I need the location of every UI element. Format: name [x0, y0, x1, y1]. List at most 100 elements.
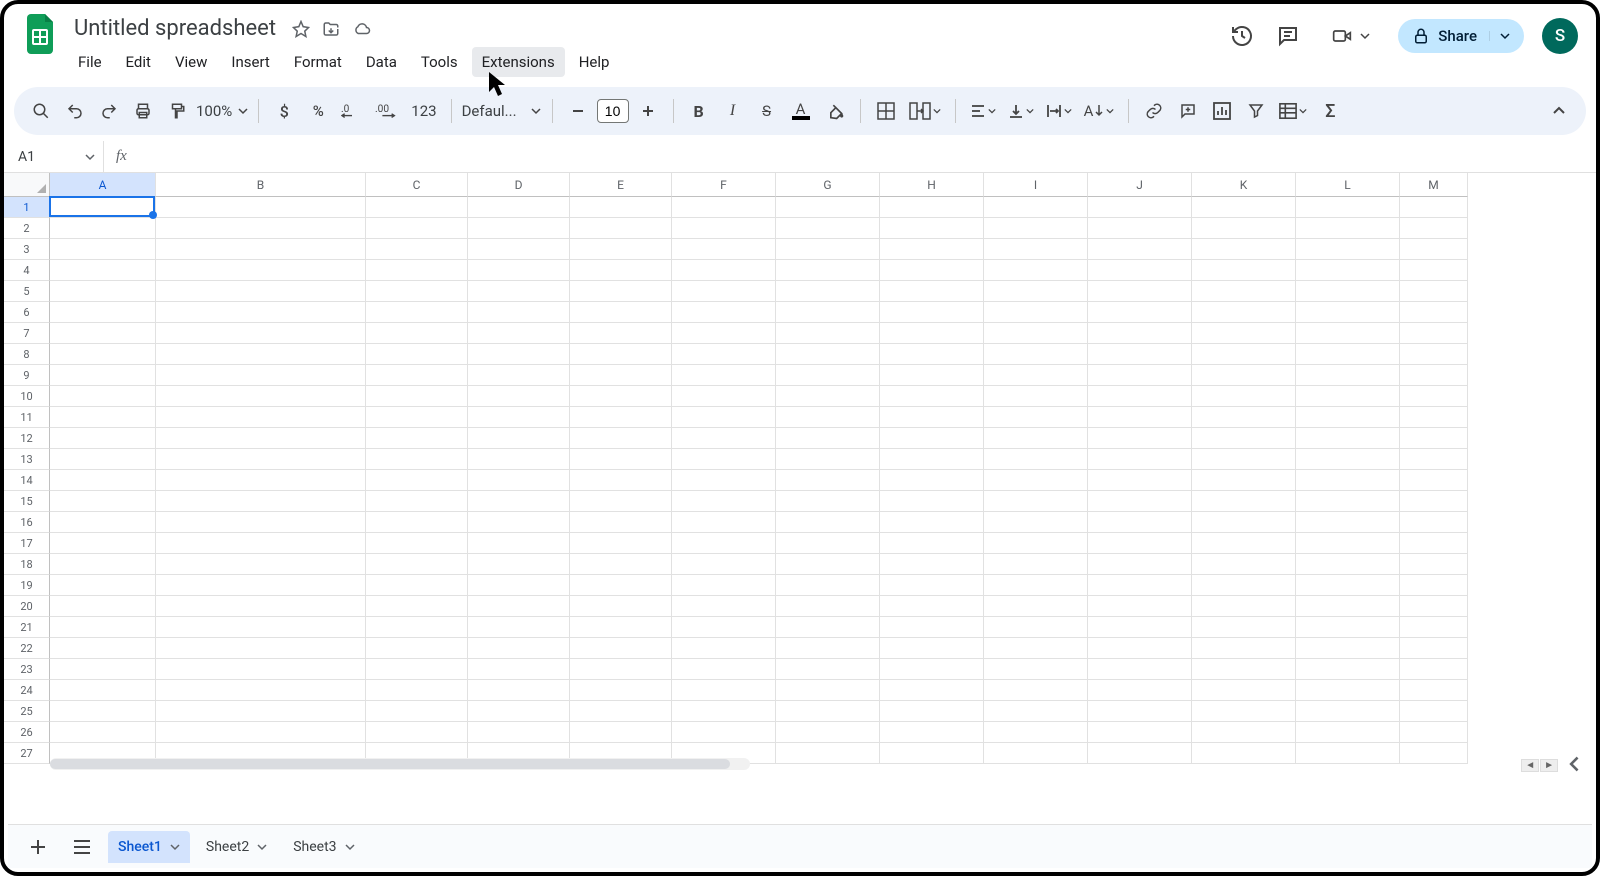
column-header[interactable]: J	[1088, 173, 1192, 197]
cell[interactable]	[1088, 281, 1192, 302]
cell[interactable]	[156, 323, 366, 344]
cell[interactable]	[366, 596, 468, 617]
cell[interactable]	[672, 491, 776, 512]
cell[interactable]	[1088, 470, 1192, 491]
cell[interactable]	[570, 617, 672, 638]
cell[interactable]	[1296, 197, 1400, 218]
cell[interactable]	[468, 638, 570, 659]
spreadsheet-grid[interactable]: ABCDEFGHIJKLM 12345678910111213141516171…	[4, 173, 1596, 777]
cell[interactable]	[984, 638, 1088, 659]
cell[interactable]	[1192, 239, 1296, 260]
cell[interactable]	[570, 470, 672, 491]
cell[interactable]	[366, 491, 468, 512]
cell[interactable]	[1192, 722, 1296, 743]
cell[interactable]	[1296, 281, 1400, 302]
cell[interactable]	[880, 638, 984, 659]
cell[interactable]	[1088, 491, 1192, 512]
share-button[interactable]: Share	[1398, 19, 1524, 53]
horizontal-align-button[interactable]	[966, 95, 1000, 127]
cell[interactable]	[1400, 197, 1468, 218]
cell[interactable]	[880, 386, 984, 407]
cell[interactable]	[1192, 659, 1296, 680]
text-wrap-button[interactable]	[1042, 95, 1076, 127]
decrease-decimal-icon[interactable]: .0	[337, 95, 367, 127]
cell[interactable]	[1400, 491, 1468, 512]
cell[interactable]	[880, 470, 984, 491]
cell[interactable]	[570, 449, 672, 470]
cell[interactable]	[50, 428, 156, 449]
cell[interactable]	[984, 281, 1088, 302]
cell[interactable]	[776, 239, 880, 260]
cell[interactable]	[672, 260, 776, 281]
column-header[interactable]: K	[1192, 173, 1296, 197]
cell[interactable]	[1296, 407, 1400, 428]
cell[interactable]	[468, 617, 570, 638]
cell[interactable]	[984, 197, 1088, 218]
cell[interactable]	[776, 659, 880, 680]
cell[interactable]	[468, 512, 570, 533]
cell[interactable]	[1192, 197, 1296, 218]
cell[interactable]	[1088, 218, 1192, 239]
comments-icon[interactable]	[1274, 22, 1302, 50]
cell[interactable]	[880, 449, 984, 470]
cell[interactable]	[984, 344, 1088, 365]
cell[interactable]	[984, 365, 1088, 386]
row-header[interactable]: 23	[4, 659, 50, 680]
cell[interactable]	[1192, 449, 1296, 470]
cell[interactable]	[672, 365, 776, 386]
cell[interactable]	[672, 344, 776, 365]
text-rotation-button[interactable]: A	[1080, 95, 1119, 127]
fill-color-button[interactable]	[820, 95, 850, 127]
scroll-right-button[interactable]: ►	[1540, 759, 1558, 772]
cell[interactable]	[984, 302, 1088, 323]
cell[interactable]	[776, 407, 880, 428]
cell[interactable]	[366, 239, 468, 260]
cell[interactable]	[366, 680, 468, 701]
sheet-tab[interactable]: Sheet2	[196, 831, 277, 863]
share-dropdown[interactable]	[1489, 31, 1510, 41]
cell[interactable]	[1296, 365, 1400, 386]
cell[interactable]	[984, 512, 1088, 533]
cell[interactable]	[570, 344, 672, 365]
menu-tools[interactable]: Tools	[411, 47, 468, 77]
cell[interactable]	[1400, 659, 1468, 680]
cell[interactable]	[984, 659, 1088, 680]
scroll-left-button[interactable]: ◄	[1521, 759, 1539, 772]
collapse-toolbar-icon[interactable]	[1544, 95, 1574, 127]
cell[interactable]	[776, 722, 880, 743]
cell[interactable]	[1088, 449, 1192, 470]
cell[interactable]	[468, 659, 570, 680]
cell[interactable]	[468, 344, 570, 365]
cell[interactable]	[50, 575, 156, 596]
cell[interactable]	[156, 596, 366, 617]
cell[interactable]	[50, 407, 156, 428]
row-header[interactable]: 6	[4, 302, 50, 323]
cell[interactable]	[1296, 680, 1400, 701]
cell[interactable]	[366, 407, 468, 428]
functions-button[interactable]: Σ	[1315, 95, 1345, 127]
cell[interactable]	[468, 281, 570, 302]
sheet-tab-menu[interactable]	[345, 842, 355, 852]
cell[interactable]	[776, 449, 880, 470]
vertical-align-button[interactable]	[1004, 95, 1038, 127]
cell[interactable]	[672, 554, 776, 575]
cell[interactable]	[1400, 575, 1468, 596]
cell[interactable]	[1088, 533, 1192, 554]
cell[interactable]	[156, 386, 366, 407]
format-number-button[interactable]: 123	[407, 95, 440, 127]
row-header[interactable]: 9	[4, 365, 50, 386]
cell[interactable]	[672, 659, 776, 680]
cell[interactable]	[880, 680, 984, 701]
cell[interactable]	[672, 596, 776, 617]
cell[interactable]	[1296, 701, 1400, 722]
cell[interactable]	[776, 512, 880, 533]
cell[interactable]	[984, 617, 1088, 638]
cell[interactable]	[468, 407, 570, 428]
cell[interactable]	[1296, 533, 1400, 554]
row-header[interactable]: 15	[4, 491, 50, 512]
font-select[interactable]: Defaul...	[462, 102, 542, 120]
cell[interactable]	[1296, 596, 1400, 617]
cell[interactable]	[1400, 302, 1468, 323]
undo-icon[interactable]	[60, 95, 90, 127]
cell[interactable]	[570, 197, 672, 218]
